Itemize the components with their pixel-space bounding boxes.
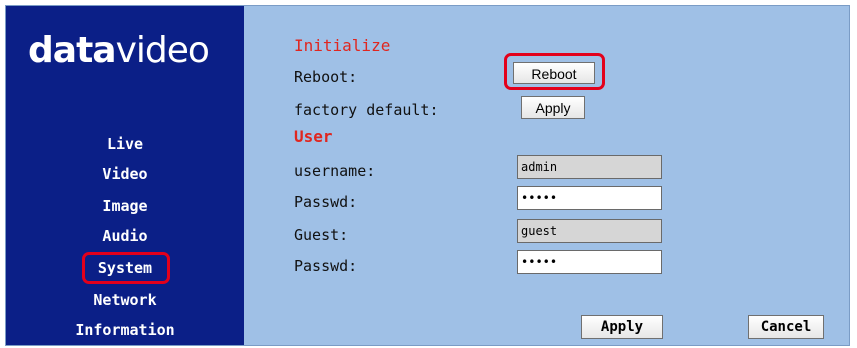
- guest-password-field[interactable]: •••••: [517, 250, 662, 274]
- guest-label: Guest:: [294, 226, 349, 244]
- nav-item-network[interactable]: Network: [6, 290, 244, 310]
- logo-part-bold: data: [28, 30, 117, 71]
- section-heading-initialize: Initialize: [294, 36, 391, 55]
- datavideo-logo: datavideo: [28, 28, 210, 74]
- reboot-highlight-box: [504, 53, 605, 90]
- nav-item-video[interactable]: Video: [6, 164, 244, 184]
- settings-window: datavideo Live Video Image Audio System …: [5, 5, 850, 346]
- nav-item-live[interactable]: Live: [6, 134, 244, 154]
- guest-field[interactable]: guest: [517, 219, 662, 243]
- factory-default-apply-button[interactable]: Apply: [521, 96, 585, 119]
- system-highlight-box: [82, 252, 170, 284]
- apply-button[interactable]: Apply: [581, 315, 663, 339]
- passwd-label: Passwd:: [294, 193, 358, 211]
- nav-item-audio[interactable]: Audio: [6, 226, 244, 246]
- password-field[interactable]: •••••: [517, 186, 662, 210]
- username-field[interactable]: admin: [517, 155, 662, 179]
- cancel-button[interactable]: Cancel: [748, 315, 824, 339]
- reboot-label: Reboot:: [294, 68, 358, 86]
- factory-default-label: factory default:: [294, 101, 439, 119]
- guest-passwd-label: Passwd:: [294, 257, 358, 275]
- logo-part-light: video: [115, 30, 210, 71]
- section-heading-user: User: [294, 127, 333, 146]
- username-label: username:: [294, 162, 376, 180]
- sidebar: datavideo Live Video Image Audio System …: [6, 6, 244, 345]
- nav-item-information[interactable]: Information: [6, 320, 244, 340]
- nav-item-image[interactable]: Image: [6, 196, 244, 216]
